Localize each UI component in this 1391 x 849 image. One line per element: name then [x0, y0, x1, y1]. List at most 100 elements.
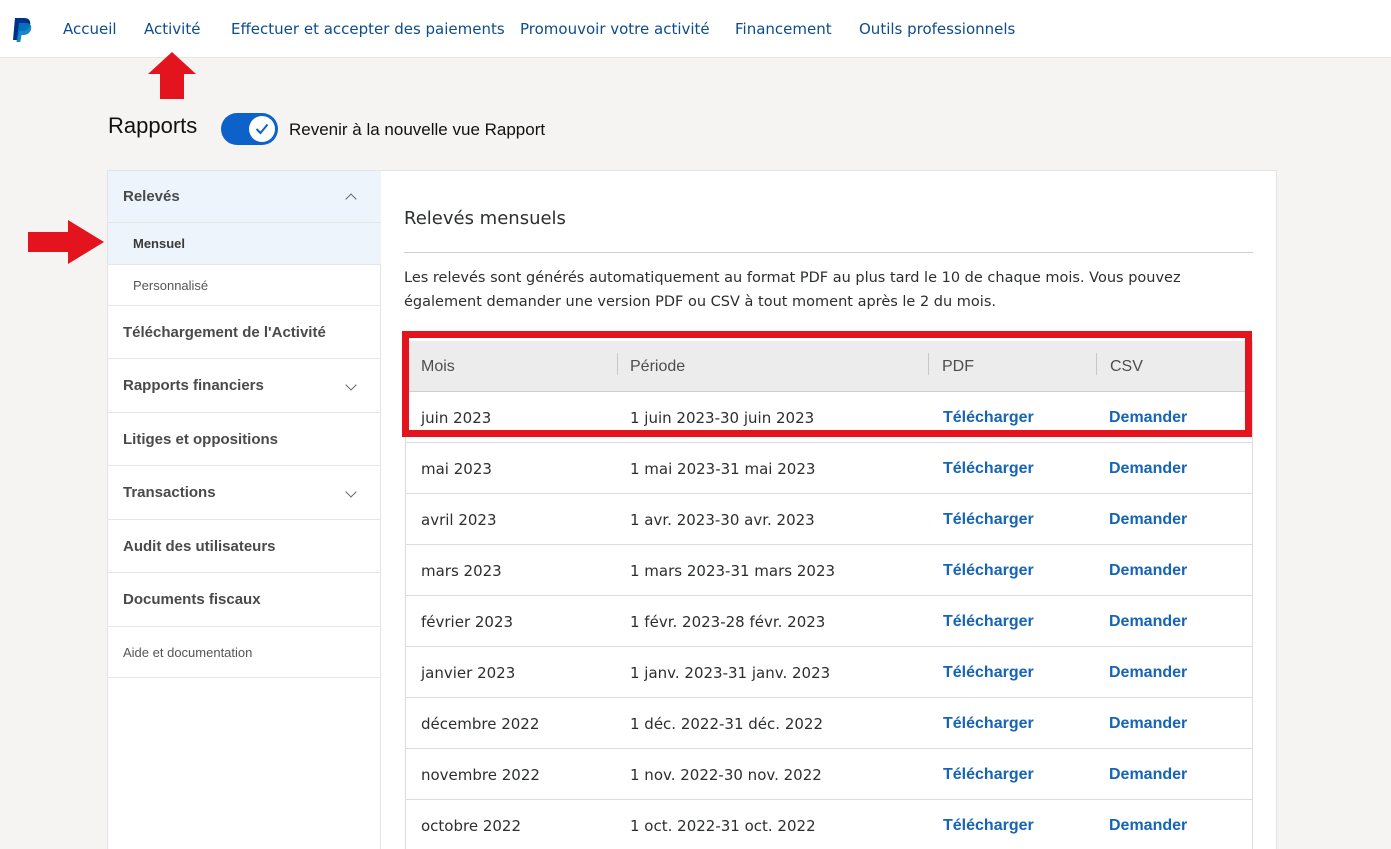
sidebar-item-audit[interactable]: Audit des utilisateurs [108, 520, 381, 573]
sidebar-item-label: Relevés [123, 188, 180, 205]
sidebar-item-personnalise[interactable]: Personnalisé [108, 265, 381, 306]
nav-activite[interactable]: Activité [144, 20, 200, 38]
pdf-download-link[interactable]: Télécharger [943, 562, 1034, 580]
sidebar-item-telechargement[interactable]: Téléchargement de l'Activité [108, 306, 381, 359]
pdf-download-link[interactable]: Télécharger [943, 766, 1034, 784]
table-cell: Télécharger [943, 443, 1034, 494]
pdf-download-link[interactable]: Télécharger [943, 460, 1034, 478]
csv-request-link[interactable]: Demander [1109, 664, 1187, 682]
table-row: mars 2023 1 mars 2023-31 mars 2023 Télécha… [406, 545, 1252, 596]
sidebar-item-litiges[interactable]: Litiges et oppositions [108, 413, 381, 466]
section-title: Relevés mensuels [404, 208, 566, 229]
cell-period: 1 avr. 2023-30 avr. 2023 [630, 510, 815, 529]
table-cell: 1 oct. 2022-31 oct. 2022 [630, 800, 816, 849]
annotation-arrow-right-icon [28, 220, 104, 264]
table-cell: Demander [1109, 647, 1187, 698]
table-cell: Télécharger [943, 698, 1034, 749]
sidebar-item-aide[interactable]: Aide et documentation [108, 627, 381, 678]
cell-month: avril 2023 [421, 510, 497, 529]
table-row: novembre 2022 1 nov. 2022-30 nov. 2022 Tél… [406, 749, 1252, 800]
section-description: Les relevés sont générés automatiquement… [404, 270, 1181, 310]
toggle-knob [249, 116, 275, 142]
cell-month: mars 2023 [421, 561, 502, 580]
cell-month: janvier 2023 [421, 663, 516, 682]
table-cell: Télécharger [943, 545, 1034, 596]
table-cell: Télécharger [943, 800, 1034, 849]
sidebar-item-label: Documents fiscaux [123, 591, 261, 608]
top-nav: Accueil Activité Effectuer et accepter d… [0, 0, 1391, 58]
table-cell: avril 2023 [421, 494, 497, 545]
table-cell: Demander [1109, 443, 1187, 494]
table-cell: février 2023 [421, 596, 513, 647]
divider [404, 252, 1253, 253]
csv-request-link[interactable]: Demander [1109, 511, 1187, 529]
table-cell: 1 déc. 2022-31 déc. 2022 [630, 698, 823, 749]
csv-request-link[interactable]: Demander [1109, 613, 1187, 631]
sidebar-item-label: Rapports financiers [123, 377, 264, 394]
cell-period: 1 mai 2023-31 mai 2023 [630, 459, 816, 478]
table-cell: Télécharger [943, 647, 1034, 698]
new-report-view-toggle[interactable] [221, 113, 278, 145]
table-cell: 1 févr. 2023-28 févr. 2023 [630, 596, 825, 647]
sidebar-item-label: Personnalisé [133, 277, 209, 293]
sidebar-item-releves[interactable]: Relevés [108, 171, 381, 223]
pdf-download-link[interactable]: Télécharger [943, 664, 1034, 682]
table-cell: 1 mai 2023-31 mai 2023 [630, 443, 815, 494]
sidebar-item-rapports-financiers[interactable]: Rapports financiers [108, 359, 381, 413]
paypal-logo-icon[interactable] [11, 17, 33, 43]
sidebar-item-label: Audit des utilisateurs [123, 537, 276, 555]
csv-request-link[interactable]: Demander [1109, 817, 1187, 835]
table-cell: Demander [1109, 698, 1187, 749]
table-cell: Demander [1109, 749, 1187, 800]
table-cell: Demander [1109, 545, 1187, 596]
table-row: février 2023 1 févr. 2023-28 févr. 2023 Té… [406, 596, 1252, 647]
table-cell: 1 avr. 2023-30 avr. 2023 [630, 494, 815, 545]
csv-request-link[interactable]: Demander [1109, 562, 1187, 580]
cell-period: 1 mars 2023-31 mars 2023 [630, 561, 836, 580]
annotation-arrow-up-icon [148, 52, 196, 99]
cell-month: décembre 2022 [421, 714, 540, 733]
csv-request-link[interactable]: Demander [1109, 460, 1187, 478]
table-cell: Demander [1109, 494, 1187, 545]
annotation-highlight-box [402, 331, 1252, 437]
chevron-down-icon [345, 485, 357, 498]
table-row: mai 2023 1 mai 2023-31 mai 2023 Télécharge… [406, 443, 1252, 494]
cell-month: février 2023 [421, 612, 514, 631]
page-title: Rapports [108, 113, 198, 138]
table-cell: Télécharger [943, 596, 1034, 647]
cell-month: mai 2023 [421, 459, 492, 478]
table-cell: Télécharger [943, 749, 1034, 800]
nav-promouvoir[interactable]: Promouvoir votre activité [520, 20, 710, 38]
table-row: avril 2023 1 avr. 2023-30 avr. 2023 Téléch… [406, 494, 1252, 545]
pdf-download-link[interactable]: Télécharger [943, 511, 1034, 529]
table-cell: Demander [1109, 596, 1187, 647]
table-cell: 1 mars 2023-31 mars 2023 [630, 545, 835, 596]
sidebar-item-mensuel[interactable]: Mensuel [108, 223, 381, 265]
table-row: octobre 2022 1 oct. 2022-31 oct. 2022 Télé… [406, 800, 1252, 849]
csv-request-link[interactable]: Demander [1109, 766, 1187, 784]
chevron-up-icon [345, 192, 357, 205]
pdf-download-link[interactable]: Télécharger [943, 715, 1034, 733]
table-cell: décembre 2022 [421, 698, 539, 749]
cell-period: 1 déc. 2022-31 déc. 2022 [630, 714, 823, 733]
pdf-download-link[interactable]: Télécharger [943, 613, 1034, 631]
nav-financement[interactable]: Financement [735, 20, 832, 38]
table-cell: novembre 2022 [421, 749, 540, 800]
pdf-download-link[interactable]: Télécharger [943, 817, 1034, 835]
table-row: janvier 2023 1 janv. 2023-31 janv. 2023 Té… [406, 647, 1252, 698]
nav-accueil[interactable]: Accueil [63, 20, 117, 38]
table-cell: Demander [1109, 800, 1187, 849]
nav-outils[interactable]: Outils professionnels [859, 20, 1015, 38]
toggle-label: Revenir à la nouvelle vue Rapport [289, 120, 546, 139]
check-icon [255, 123, 269, 135]
table-cell: octobre 2022 [421, 800, 521, 849]
sidebar-item-transactions[interactable]: Transactions [108, 466, 381, 520]
csv-request-link[interactable]: Demander [1109, 715, 1187, 733]
nav-paiements[interactable]: Effectuer et accepter des paiements [231, 20, 505, 38]
table-cell: 1 nov. 2022-30 nov. 2022 [630, 749, 822, 800]
table-cell: 1 janv. 2023-31 janv. 2023 [630, 647, 830, 698]
cell-period: 1 févr. 2023-28 févr. 2023 [630, 612, 826, 631]
table-cell: mai 2023 [421, 443, 492, 494]
reports-card: Relevés Mensuel Personnalisé Téléchargem… [107, 170, 1277, 849]
sidebar-item-documents-fiscaux[interactable]: Documents fiscaux [108, 573, 381, 627]
